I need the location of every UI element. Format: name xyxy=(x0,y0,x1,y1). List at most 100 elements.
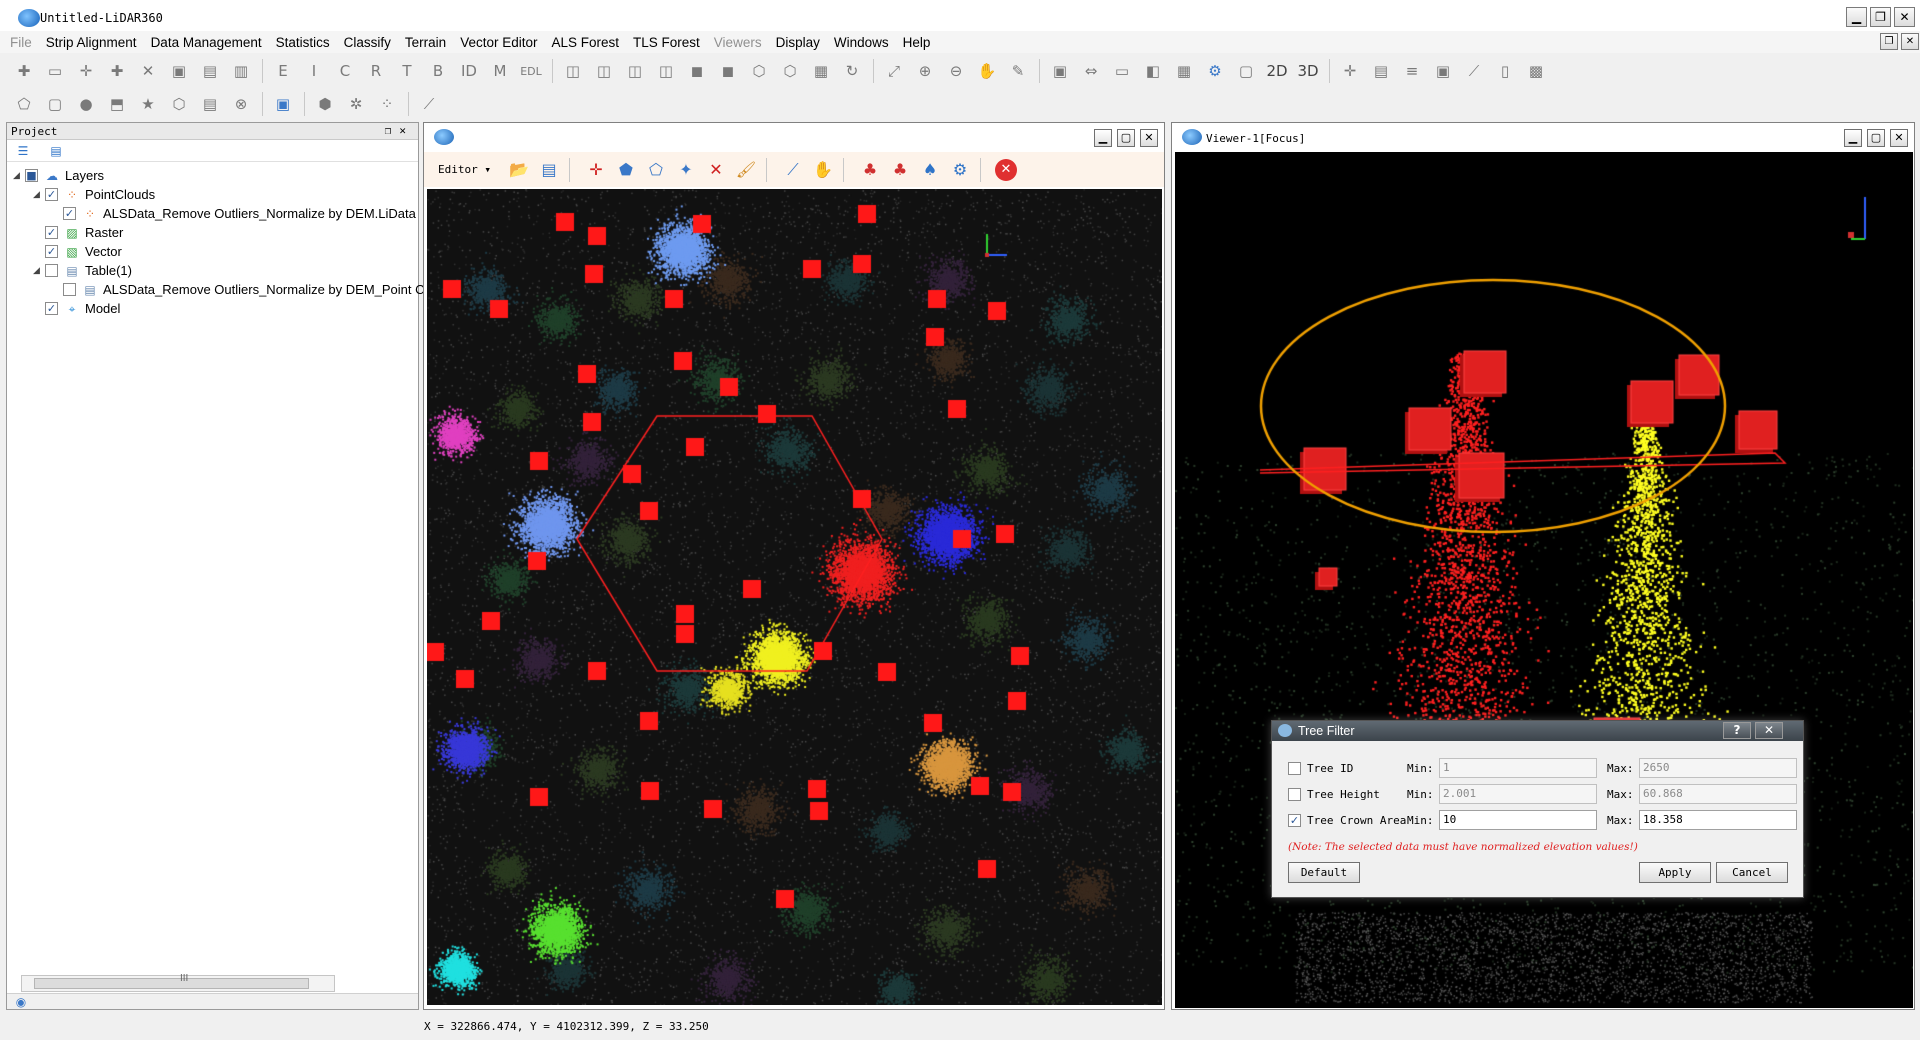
help-icon[interactable]: ? xyxy=(1723,722,1751,739)
tree-pointcloud-file[interactable]: ✓ ⁘ ALSData_Remove Outliers_Normalize by… xyxy=(63,204,416,223)
add-seed-icon[interactable]: ✛ xyxy=(584,158,608,182)
menu-vector-editor[interactable]: Vector Editor xyxy=(460,35,537,50)
elevation-icon[interactable]: E xyxy=(271,59,295,83)
rgb-icon[interactable]: B xyxy=(426,59,450,83)
view-right-icon[interactable]: ◫ xyxy=(654,59,678,83)
polygon-icon[interactable]: ⬠ xyxy=(12,92,36,116)
open-folder-icon[interactable]: ▭ xyxy=(43,59,67,83)
table-file-checkbox[interactable] xyxy=(63,283,76,296)
layers-tool-icon[interactable]: ☰ xyxy=(15,144,31,158)
dialog-close-icon[interactable]: ✕ xyxy=(1755,722,1783,739)
layers-checkbox[interactable]: ■ xyxy=(25,169,38,182)
back-icon[interactable]: ⬡ xyxy=(778,59,802,83)
clear-selection-icon[interactable]: ⊗ xyxy=(229,92,253,116)
menu-file[interactable]: File xyxy=(10,35,32,50)
iso-icon[interactable]: ▦ xyxy=(809,59,833,83)
hand-icon[interactable]: ✋ xyxy=(811,158,835,182)
add-layer-icon[interactable]: ✚ xyxy=(105,59,129,83)
edl-icon[interactable]: EDL xyxy=(519,59,543,83)
open-icon[interactable]: 📂 xyxy=(507,158,531,182)
view-front-icon[interactable]: ◼ xyxy=(685,59,709,83)
save-all-icon[interactable]: ▥ xyxy=(229,59,253,83)
tree-pointclouds[interactable]: ◢ ✓ ⁘ PointClouds xyxy=(33,185,155,204)
menu-help[interactable]: Help xyxy=(903,35,931,50)
exit-edit-icon[interactable]: ✕ xyxy=(995,158,1017,181)
pan-icon[interactable]: ✋ xyxy=(975,59,999,83)
add-icon[interactable]: ✛ xyxy=(74,59,98,83)
cancel-button[interactable]: Cancel xyxy=(1716,862,1788,883)
restore-icon[interactable]: ❐ xyxy=(1870,7,1891,27)
line-chart-icon[interactable]: ⟋ xyxy=(417,92,441,116)
time-icon[interactable]: T xyxy=(395,59,419,83)
tree-id-checkbox[interactable] xyxy=(1288,761,1301,775)
view-back-icon[interactable]: ◼ xyxy=(716,59,740,83)
zoom-extent-icon[interactable]: ⤢ xyxy=(882,59,906,83)
scatter-icon[interactable]: ⁘ xyxy=(375,92,399,116)
float-icon[interactable]: ❐ xyxy=(385,124,400,137)
table-checkbox[interactable] xyxy=(45,264,58,277)
tree-select-icon[interactable]: ⬟ xyxy=(614,158,638,182)
star-icon[interactable]: ★ xyxy=(136,92,160,116)
mdi-close-icon[interactable]: ✕ xyxy=(1901,33,1919,50)
tree-raster[interactable]: ✓ ▨ Raster xyxy=(45,223,123,242)
battery-icon[interactable]: ▯ xyxy=(1493,59,1517,83)
grid-icon[interactable]: ▦ xyxy=(1172,59,1196,83)
settings-icon[interactable]: ⚙ xyxy=(1203,59,1227,83)
viewer-3d-close-icon[interactable]: ✕ xyxy=(1890,129,1908,147)
rectangle-icon[interactable]: ▢ xyxy=(43,92,67,116)
display-icon[interactable]: ▢ xyxy=(1234,59,1258,83)
collapse-icon[interactable]: ◢ xyxy=(33,190,45,200)
brush-icon[interactable]: 🖌 xyxy=(734,158,758,182)
crown-area-checkbox[interactable]: ✓ xyxy=(1288,813,1301,827)
save-edit-icon[interactable]: ▤ xyxy=(537,158,561,182)
mixed-icon[interactable]: M xyxy=(488,59,512,83)
menu-data-management[interactable]: Data Management xyxy=(151,35,262,50)
measure-icon[interactable]: ⇔ xyxy=(1079,59,1103,83)
view-left-icon[interactable]: ◫ xyxy=(623,59,647,83)
segment-icon[interactable]: ✲ xyxy=(344,92,368,116)
batch-icon[interactable]: ▣ xyxy=(271,92,295,116)
minimize-icon[interactable]: ▁ xyxy=(1846,7,1867,27)
profile-chart-icon[interactable]: ⟋ xyxy=(781,158,805,182)
grid-pattern-icon[interactable]: ▩ xyxy=(1524,59,1548,83)
menu-viewers[interactable]: Viewers xyxy=(714,35,762,50)
tree-group-icon[interactable]: ♣ xyxy=(888,158,912,182)
viewer-minimize-icon[interactable]: ▁ xyxy=(1094,129,1112,147)
profile-icon[interactable]: ≡ xyxy=(1400,59,1424,83)
menu-statistics[interactable]: Statistics xyxy=(276,35,330,50)
menu-display[interactable]: Display xyxy=(776,35,820,50)
stack-tool-icon[interactable]: ▤ xyxy=(48,144,64,158)
viewer-3d-minimize-icon[interactable]: ▁ xyxy=(1844,129,1862,147)
shape-icon[interactable]: ⬡ xyxy=(167,92,191,116)
pointcloud-file-checkbox[interactable]: ✓ xyxy=(63,207,76,220)
save-icon[interactable]: ▤ xyxy=(198,59,222,83)
raster-checkbox[interactable]: ✓ xyxy=(45,226,58,239)
tree-red-icon[interactable]: ♣ xyxy=(858,158,882,182)
mdi-restore-icon[interactable]: ❐ xyxy=(1880,33,1898,50)
monitor-icon[interactable]: ▭ xyxy=(1110,59,1134,83)
remove-icon[interactable]: ✕ xyxy=(136,59,160,83)
tree-id-min-input[interactable]: 1 xyxy=(1439,758,1597,778)
vector-checkbox[interactable]: ✓ xyxy=(45,245,58,258)
tree-height-checkbox[interactable] xyxy=(1288,787,1301,801)
split-icon[interactable]: ◧ xyxy=(1141,59,1165,83)
add-data-icon[interactable]: ✚ xyxy=(12,59,36,83)
collapse-icon[interactable]: ◢ xyxy=(33,266,45,276)
viewer-3d-maximize-icon[interactable]: ▢ xyxy=(1867,129,1885,147)
close-icon[interactable]: ✕ xyxy=(1894,7,1915,27)
tree-merge-icon[interactable]: ✦ xyxy=(674,158,698,182)
tree-height-max-input[interactable]: 60.868 xyxy=(1639,784,1797,804)
return-icon[interactable]: R xyxy=(364,59,388,83)
panel-close-icon[interactable]: ✕ xyxy=(399,124,414,137)
zoom-in-icon[interactable]: ⊕ xyxy=(913,59,937,83)
tree-id-max-input[interactable]: 2650 xyxy=(1639,758,1797,778)
crosshair-icon[interactable]: ✛ xyxy=(1338,59,1362,83)
tree-table[interactable]: ◢ ▤ Table(1) xyxy=(33,261,132,280)
task-icon[interactable]: ◉ xyxy=(13,995,29,1009)
view-2d-button[interactable]: 2D xyxy=(1265,59,1289,83)
default-button[interactable]: Default xyxy=(1288,862,1360,883)
intensity-icon[interactable]: I xyxy=(302,59,326,83)
editor-menu[interactable]: Editor ▾ xyxy=(438,163,491,176)
crown-area-max-input[interactable]: 18.358 xyxy=(1639,810,1797,830)
view-bottom-icon[interactable]: ◫ xyxy=(592,59,616,83)
